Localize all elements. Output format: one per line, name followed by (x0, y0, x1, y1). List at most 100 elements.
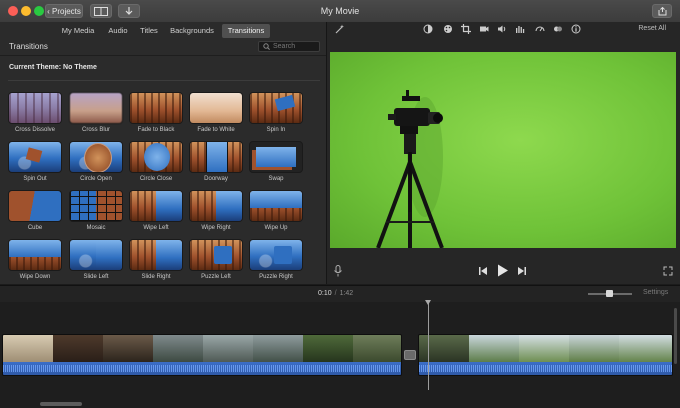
transition-tile-puzzle-left[interactable]: Puzzle Left (190, 240, 242, 280)
timeline[interactable] (0, 300, 680, 408)
transition-tile-wipe-down[interactable]: Wipe Down (9, 240, 61, 280)
equalizer-icon[interactable] (515, 24, 525, 34)
transition-thumbnail (130, 93, 182, 123)
transition-thumbnail (9, 240, 61, 270)
transition-thumbnail (250, 93, 302, 123)
title-bar: ‹ Projects My Movie (0, 0, 680, 23)
transition-tile-doorway[interactable]: Doorway (190, 142, 242, 182)
transition-label: Cube (27, 225, 43, 231)
skip-back-icon[interactable] (478, 266, 488, 276)
transition-tile-slide-left[interactable]: Slide Left (70, 240, 122, 280)
transition-thumbnail (70, 240, 122, 270)
video-clip-1[interactable] (2, 334, 402, 376)
timecode-separator: / (334, 290, 337, 297)
clip-2-filmstrip (419, 335, 672, 362)
search-field[interactable]: Search (258, 41, 320, 52)
skip-forward-icon[interactable] (517, 266, 527, 276)
fullscreen-icon[interactable] (663, 266, 673, 276)
transition-thumbnail (190, 191, 242, 221)
transition-tile-wipe-right[interactable]: Wipe Right (190, 191, 242, 231)
transition-tile-slide-right[interactable]: Slide Right (130, 240, 182, 280)
share-button[interactable] (652, 4, 672, 18)
transition-thumbnail (70, 191, 122, 221)
browser-tabs: My Media Audio Titles Backgrounds Transi… (0, 24, 326, 38)
transition-tile-circle-open[interactable]: Circle Open (70, 142, 122, 182)
transition-tile-fade-to-black[interactable]: Fade to Black (130, 93, 182, 133)
timecode: 0:10/1:42 (318, 290, 353, 297)
transition-thumbnail (9, 142, 61, 172)
timeline-header: 0:10/1:42 Settings (0, 285, 680, 303)
volume-icon[interactable] (497, 24, 507, 34)
transition-thumbnail (250, 142, 302, 172)
transition-tile-swap[interactable]: Swap (250, 142, 302, 182)
total-duration: 1:42 (339, 290, 354, 297)
transition-thumbnail (70, 93, 122, 123)
noise-reduction-icon[interactable] (553, 24, 563, 34)
transition-label: Swap (268, 176, 284, 182)
current-theme-label: Current Theme: No Theme (9, 64, 97, 71)
video-clip-2[interactable] (418, 334, 673, 376)
transition-label: Puzzle Right (259, 274, 293, 280)
timeline-settings-button[interactable]: Settings (643, 289, 668, 296)
crop-icon[interactable] (461, 24, 471, 34)
transition-thumbnail (9, 191, 61, 221)
transition-tile-puzzle-right[interactable]: Puzzle Right (250, 240, 302, 280)
search-placeholder: Search (273, 43, 296, 50)
import-media-button[interactable] (118, 4, 140, 18)
browser-subheader: Transitions Search (0, 41, 326, 56)
transition-label: Cross Dissolve (14, 127, 55, 133)
timeline-horizontal-scrollbar[interactable] (40, 402, 82, 406)
projects-button[interactable]: ‹ Projects (45, 4, 83, 18)
transition-thumbnail (130, 191, 182, 221)
arrow-down-icon (125, 7, 133, 15)
projects-button-label: Projects (52, 7, 81, 16)
color-palette-icon[interactable] (443, 24, 453, 34)
transition-tile-cross-blur[interactable]: Cross Blur (70, 93, 122, 133)
playhead[interactable] (425, 300, 431, 390)
transition-thumbnail (190, 93, 242, 123)
transition-marker-icon[interactable] (404, 350, 416, 360)
transition-tile-wipe-left[interactable]: Wipe Left (130, 191, 182, 231)
microphone-icon[interactable] (333, 265, 343, 277)
current-time: 0:10 (318, 290, 332, 297)
video-preview[interactable] (330, 52, 676, 248)
speed-icon[interactable] (535, 24, 545, 34)
tab-transitions[interactable]: Transitions (222, 24, 270, 38)
transition-tile-spin-in[interactable]: Spin In (250, 93, 302, 133)
stabilization-icon[interactable] (479, 24, 489, 34)
tab-audio[interactable]: Audio (104, 24, 132, 38)
timeline-zoom-knob[interactable] (606, 290, 613, 297)
camera-on-tripod-image (376, 90, 444, 248)
transition-thumbnail (250, 191, 302, 221)
theme-divider (8, 80, 320, 81)
media-browser-toggle-button[interactable] (90, 4, 112, 18)
transition-tile-mosaic[interactable]: Mosaic (70, 191, 122, 231)
transition-thumbnail (70, 142, 122, 172)
minimize-window-button[interactable] (21, 6, 31, 16)
transition-tile-spin-out[interactable]: Spin Out (9, 142, 61, 182)
viewer: Reset All (327, 22, 680, 284)
transition-tile-cube[interactable]: Cube (9, 191, 61, 231)
close-window-button[interactable] (8, 6, 18, 16)
transition-label: Wipe Down (19, 274, 51, 280)
timeline-vertical-scrollbar[interactable] (674, 308, 677, 364)
info-icon[interactable] (571, 24, 581, 34)
play-icon[interactable] (497, 264, 509, 277)
transition-thumbnail (130, 142, 182, 172)
content-browser: My Media Audio Titles Backgrounds Transi… (0, 22, 327, 284)
clip-2-audio-waveform (419, 362, 672, 375)
transition-tile-circle-close[interactable]: Circle Close (130, 142, 182, 182)
color-balance-icon[interactable] (423, 24, 433, 34)
tab-backgrounds[interactable]: Backgrounds (168, 24, 216, 38)
tab-my-media[interactable]: My Media (56, 24, 100, 38)
transition-tile-wipe-up[interactable]: Wipe Up (250, 191, 302, 231)
tab-titles[interactable]: Titles (136, 24, 162, 38)
magic-wand-icon[interactable] (335, 24, 345, 34)
reset-all-button[interactable]: Reset All (638, 25, 666, 32)
transition-label: Spin In (266, 127, 286, 133)
transition-tile-fade-to-white[interactable]: Fade to White (190, 93, 242, 133)
zoom-window-button[interactable] (34, 6, 44, 16)
transition-tile-cross-dissolve[interactable]: Cross Dissolve (9, 93, 61, 133)
clip-1-audio-waveform (3, 362, 401, 375)
transition-thumbnail (250, 240, 302, 270)
